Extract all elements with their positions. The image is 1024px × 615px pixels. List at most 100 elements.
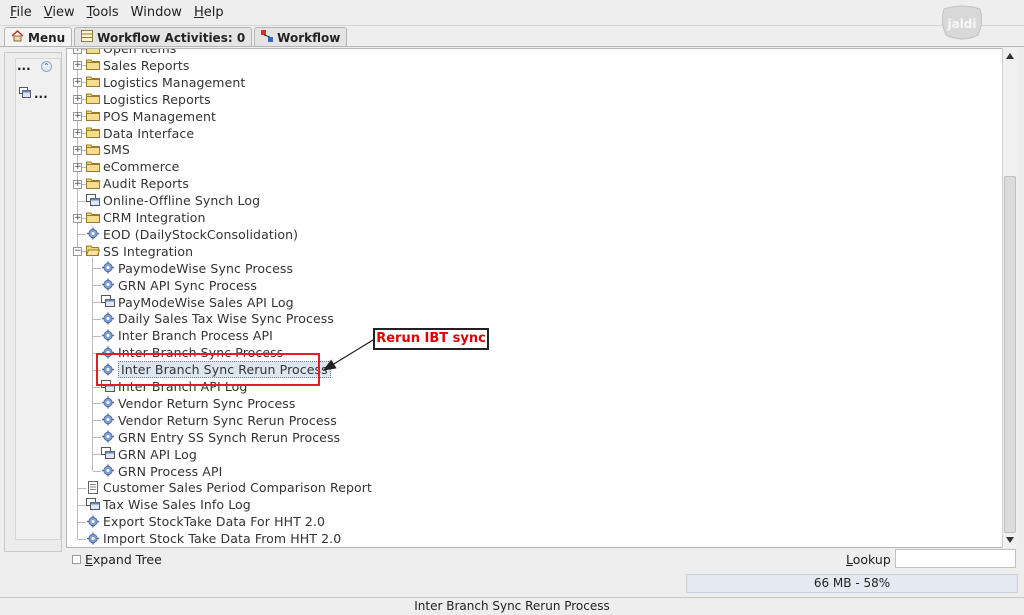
memory-indicator[interactable]: 66 MB - 58%: [686, 574, 1018, 593]
tree-item[interactable]: Open Items: [86, 49, 176, 57]
menu-tools[interactable]: Tools: [85, 5, 121, 20]
tree-item-label: Logistics Management: [103, 74, 246, 90]
menu-window[interactable]: Window: [129, 5, 184, 20]
report-icon: [86, 480, 100, 495]
collapse-node-icon[interactable]: −: [73, 247, 82, 256]
tab-workflow[interactable]: Workflow: [254, 27, 348, 47]
tree-item[interactable]: Daily Sales Tax Wise Sync Process: [101, 310, 334, 327]
tree-item[interactable]: PaymodeWise Sync Process: [101, 260, 293, 277]
expand-node-icon[interactable]: +: [73, 78, 82, 87]
tree-item[interactable]: SS Integration: [85, 243, 193, 260]
tree-item[interactable]: POS Management: [86, 108, 216, 125]
tree-options-bar: Expand Tree Lookup: [66, 548, 1017, 570]
tab-divider: [0, 46, 1024, 47]
tree-item[interactable]: GRN API Log: [101, 446, 197, 463]
window-icon: [86, 193, 100, 208]
expand-node-icon[interactable]: +: [73, 49, 82, 54]
lookup-mnemonic: L: [846, 551, 853, 567]
tree-item[interactable]: GRN Process API: [101, 463, 222, 480]
tree-connector: [93, 285, 101, 286]
side-window-item[interactable]: ...: [19, 87, 48, 101]
jaldi-logo: jaldi: [940, 3, 984, 43]
tree-item-label: CRM Integration: [103, 210, 206, 225]
tree-item-label: GRN API Sync Process: [118, 277, 257, 293]
folder-icon: [86, 75, 100, 89]
tree-item-label: Vendor Return Sync Process: [118, 395, 296, 411]
tab-strip: Menu Workflow Activities: 0 Workflow: [4, 27, 349, 47]
tree-item[interactable]: GRN Entry SS Synch Rerun Process: [101, 429, 340, 446]
scroll-up-arrow-icon[interactable]: [1006, 53, 1014, 59]
tree-item[interactable]: GRN API Sync Process: [101, 277, 257, 294]
tree-item[interactable]: Tax Wise Sales Info Log: [86, 496, 251, 513]
tree-connector: [93, 471, 101, 472]
menu-label-rest: ools: [92, 5, 119, 20]
expand-node-icon[interactable]: +: [73, 95, 82, 104]
tree-item[interactable]: Online-Offline Synch Log: [86, 192, 260, 209]
tree-item[interactable]: Data Interface: [86, 125, 194, 142]
gear-icon: [101, 430, 115, 444]
tree-connector: [78, 522, 86, 523]
tree-item[interactable]: Vendor Return Sync Rerun Process: [101, 412, 337, 429]
menu-help[interactable]: Help: [192, 5, 226, 20]
tree-item-label: Export StockTake Data For HHT 2.0: [103, 514, 326, 530]
tab-workflow-activities[interactable]: Workflow Activities: 0: [74, 27, 253, 47]
tree-item-label: Import Stock Take Data From HHT 2.0: [103, 531, 342, 547]
expand-node-icon[interactable]: +: [73, 129, 82, 138]
side-panel-more[interactable]: ...: [17, 59, 31, 73]
window-icon: [101, 295, 115, 309]
tree-item[interactable]: CRM Integration: [86, 209, 206, 226]
tree-item[interactable]: Customer Sales Period Comparison Report: [86, 479, 372, 496]
tree-item[interactable]: Audit Reports: [86, 175, 189, 192]
tree-item[interactable]: SMS: [86, 141, 130, 158]
expand-tree-mnemonic: E: [85, 551, 93, 567]
tree-item-label: EOD (DailyStockConsolidation): [103, 226, 299, 242]
expand-node-icon[interactable]: +: [73, 61, 82, 70]
tab-menu-label: Menu: [28, 30, 66, 45]
folder-icon: [86, 126, 100, 140]
menu-file[interactable]: File: [8, 5, 34, 20]
side-box: [15, 58, 61, 540]
menu-tree[interactable]: + Open Items + Sales Reports + Logistics Mana…: [66, 48, 1017, 548]
tree-connector: [78, 234, 86, 235]
tree-item[interactable]: Logistics Reports: [86, 91, 211, 108]
tree-item[interactable]: Export StockTake Data For HHT 2.0: [86, 513, 325, 530]
expand-tree-label[interactable]: Expand Tree: [85, 552, 162, 567]
collapse-up-icon[interactable]: ⌃: [41, 61, 52, 72]
tree-connector: [93, 403, 101, 404]
tree-item-label: Sales Reports: [103, 57, 190, 73]
tree-item[interactable]: Logistics Management: [86, 74, 245, 91]
gear-icon: [86, 515, 100, 529]
expand-node-icon[interactable]: +: [73, 163, 82, 172]
folder-open-icon: [85, 244, 101, 258]
tree-child-line: [92, 257, 93, 471]
tree-item-label: Audit Reports: [103, 176, 190, 192]
side-window-item-label: ...: [34, 87, 48, 101]
expand-node-icon[interactable]: +: [73, 146, 82, 155]
tree-item-label: Vendor Return Sync Rerun Process: [118, 412, 337, 428]
scroll-thumb[interactable]: [1004, 176, 1016, 533]
expand-tree-checkbox[interactable]: [72, 554, 81, 564]
tree-item[interactable]: Vendor Return Sync Process: [101, 395, 295, 412]
tree-item[interactable]: Inter Branch Process API: [101, 327, 273, 344]
tree-item[interactable]: Import Stock Take Data From HHT 2.0: [86, 530, 341, 547]
expand-node-icon[interactable]: +: [73, 180, 82, 189]
folder-icon: [86, 177, 100, 191]
tree-item[interactable]: Sales Reports: [86, 57, 190, 74]
tab-workflow-activities-label: Workflow Activities: 0: [97, 30, 246, 45]
scroll-down-arrow-icon[interactable]: [1006, 537, 1014, 543]
tree-item-label: POS Management: [103, 108, 217, 124]
expand-node-icon[interactable]: +: [73, 112, 82, 121]
tree-item-label: eCommerce: [103, 159, 180, 175]
folder-icon: [86, 49, 100, 56]
menu-view[interactable]: View: [42, 5, 77, 20]
tab-menu[interactable]: Menu: [4, 27, 73, 47]
tree-connector: [93, 420, 101, 421]
lookup-input[interactable]: [895, 549, 1016, 568]
tree-item[interactable]: PayModeWise Sales API Log: [101, 294, 294, 311]
expand-node-icon[interactable]: +: [73, 214, 82, 223]
tree-scrollbar[interactable]: [1002, 48, 1017, 548]
tree-item[interactable]: eCommerce: [86, 158, 179, 175]
tree-item[interactable]: EOD (DailyStockConsolidation): [86, 226, 298, 243]
tree-item-label: PayModeWise Sales API Log: [118, 294, 294, 310]
tree-item-label: Daily Sales Tax Wise Sync Process: [118, 311, 334, 327]
